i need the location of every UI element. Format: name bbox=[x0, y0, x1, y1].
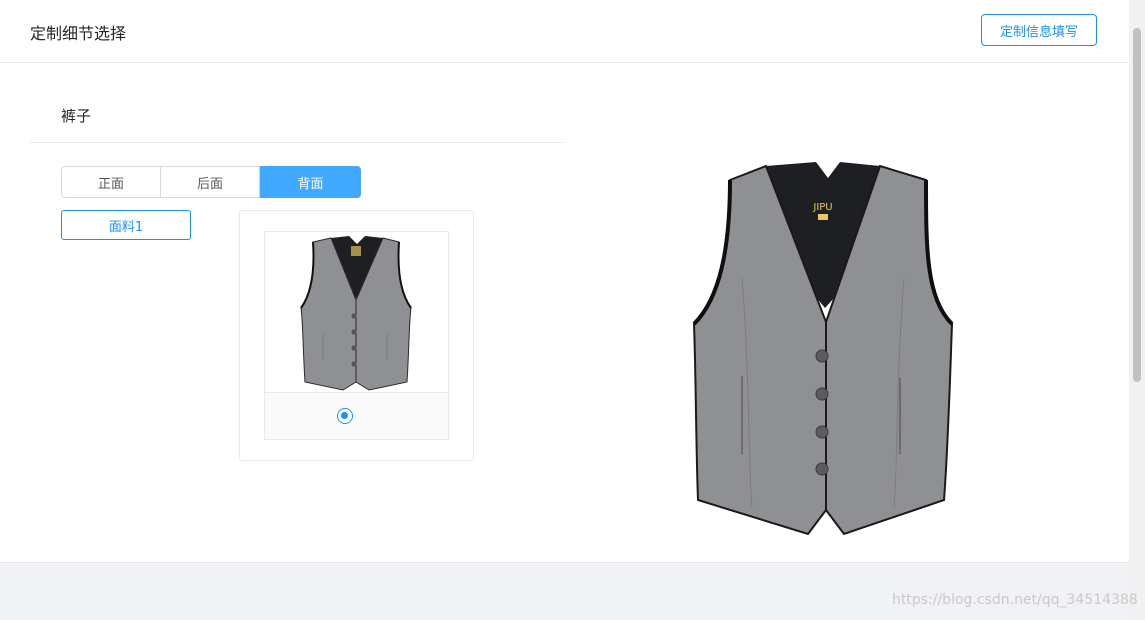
watermark: https://blog.csdn.net/qq_34514388 bbox=[892, 592, 1138, 608]
vest-preview-image: JIPU bbox=[690, 158, 965, 542]
option-panel bbox=[239, 210, 474, 461]
section-divider bbox=[30, 142, 563, 143]
option-radio[interactable] bbox=[337, 408, 353, 424]
tab-back[interactable]: 背面 bbox=[260, 166, 361, 198]
brand-label: JIPU bbox=[812, 202, 832, 213]
option-footer bbox=[265, 393, 448, 439]
main-card: 定制细节选择 定制信息填写 裤子 正面 后面 背面 面料1 JIPU bbox=[0, 0, 1129, 563]
page-scrollbar[interactable] bbox=[1129, 0, 1145, 620]
vest-thumbnail-image bbox=[265, 232, 448, 393]
option-card[interactable] bbox=[264, 231, 449, 440]
scrollbar-thumb[interactable] bbox=[1133, 28, 1141, 382]
view-tabs: 正面 后面 背面 bbox=[61, 166, 361, 198]
section-title: 裤子 bbox=[61, 107, 92, 125]
fabric-button[interactable]: 面料1 bbox=[61, 210, 191, 240]
card-header: 定制细节选择 定制信息填写 bbox=[0, 0, 1129, 63]
tab-rear[interactable]: 后面 bbox=[160, 166, 260, 198]
page-title: 定制细节选择 bbox=[30, 24, 127, 43]
fill-info-button[interactable]: 定制信息填写 bbox=[981, 14, 1097, 46]
tab-front[interactable]: 正面 bbox=[61, 166, 161, 198]
